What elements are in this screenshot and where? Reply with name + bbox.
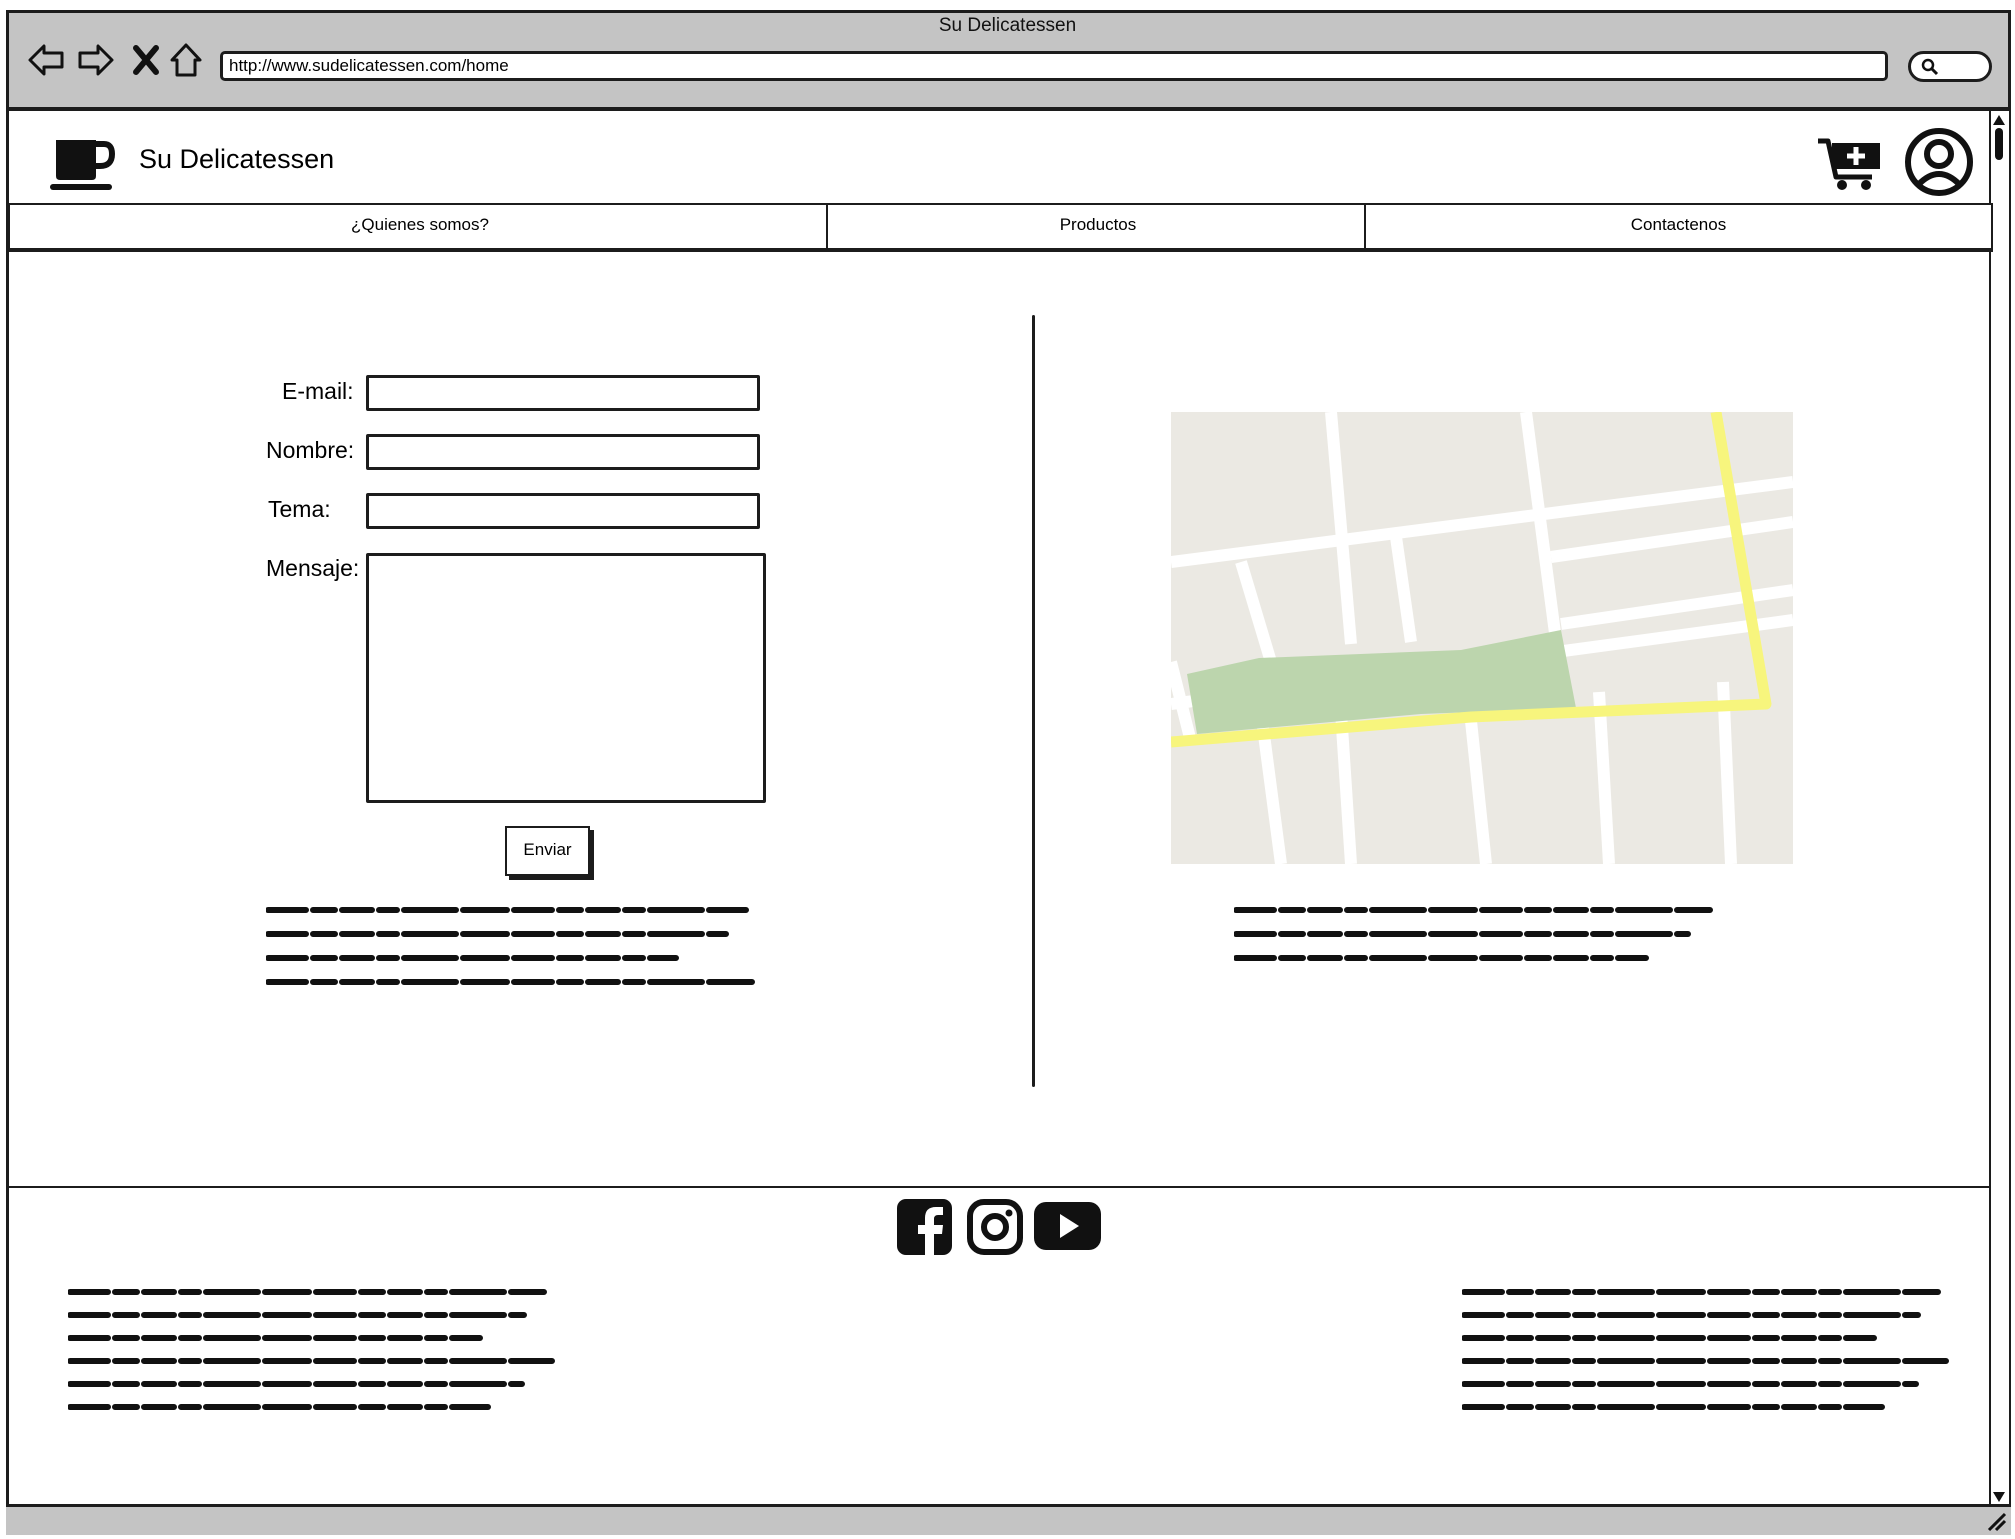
vertical-scrollbar[interactable] xyxy=(1989,111,2009,1507)
tab-quienes-somos[interactable]: ¿Quienes somos? xyxy=(8,203,832,252)
coffee-cup-icon[interactable] xyxy=(50,136,116,192)
scroll-down-arrow-icon[interactable] xyxy=(1991,1490,2007,1504)
window-title: Su Delicatessen xyxy=(938,15,1077,36)
browser-status-bar xyxy=(6,1504,2011,1535)
contact-text-placeholder xyxy=(266,907,755,985)
scrollbar-thumb[interactable] xyxy=(1995,128,2003,160)
instagram-icon[interactable] xyxy=(966,1198,1024,1256)
add-to-cart-icon[interactable] xyxy=(1816,133,1882,191)
footer-divider xyxy=(8,1186,1989,1188)
browser-search-box[interactable] xyxy=(1908,51,1992,82)
search-icon xyxy=(1921,58,1939,76)
footer-right-text-placeholder xyxy=(1462,1289,1949,1410)
email-field[interactable] xyxy=(366,375,760,411)
user-circle-icon[interactable] xyxy=(1904,127,1974,197)
home-icon[interactable] xyxy=(164,38,208,82)
enviar-button[interactable]: Enviar xyxy=(505,826,590,876)
back-arrow-icon[interactable] xyxy=(24,38,68,82)
tema-field[interactable] xyxy=(366,493,760,529)
stop-close-icon[interactable] xyxy=(124,38,168,82)
scroll-up-arrow-icon[interactable] xyxy=(1991,113,2007,127)
nombre-field[interactable] xyxy=(366,434,760,470)
map-text-placeholder xyxy=(1234,907,1713,961)
main-nav: ¿Quienes somos? Productos Contactenos xyxy=(8,203,1993,252)
vertical-divider xyxy=(1032,315,1035,1087)
tab-productos[interactable]: Productos xyxy=(826,203,1370,252)
nombre-label: Nombre: xyxy=(266,437,355,463)
tema-label: Tema: xyxy=(268,496,331,522)
location-map[interactable] xyxy=(1171,412,1793,864)
youtube-icon[interactable] xyxy=(1033,1200,1102,1252)
resize-grip-icon[interactable] xyxy=(1983,1508,2007,1532)
footer-left-text-placeholder xyxy=(68,1289,555,1410)
mensaje-label: Mensaje: xyxy=(266,555,360,581)
address-bar[interactable]: http://www.sudelicatessen.com/home xyxy=(220,51,1888,81)
forward-arrow-icon[interactable] xyxy=(74,38,118,82)
site-title[interactable]: Su Delicatessen xyxy=(139,144,334,175)
tab-contactenos[interactable]: Contactenos xyxy=(1364,203,1993,252)
mensaje-textarea[interactable] xyxy=(366,553,766,803)
email-label: E-mail: xyxy=(282,378,354,404)
facebook-icon[interactable] xyxy=(896,1198,953,1256)
